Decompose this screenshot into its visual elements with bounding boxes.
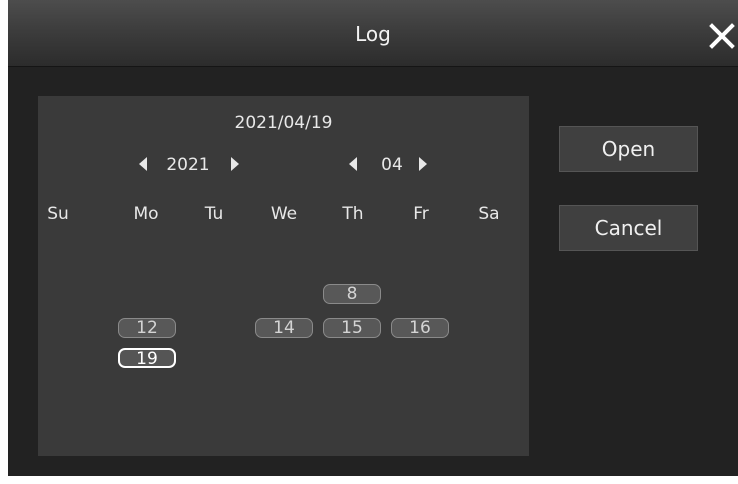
cancel-button[interactable]: Cancel xyxy=(559,205,698,251)
selected-date-label: 2021/04/19 xyxy=(234,113,333,133)
year-next-button[interactable] xyxy=(226,155,242,173)
day-cell[interactable]: 14 xyxy=(255,318,313,338)
calendar-panel: 2021/04/19 2021 04 Su Mo Tu We Th Fr Sa xyxy=(38,96,529,456)
weekday-friday: Fr xyxy=(413,204,429,224)
day-cell[interactable]: 12 xyxy=(118,318,176,338)
month-navigator: 04 xyxy=(346,152,446,176)
weekday-thursday: Th xyxy=(342,204,364,224)
weekday-monday: Mo xyxy=(133,204,159,224)
month-prev-button[interactable] xyxy=(346,155,362,173)
month-value: 04 xyxy=(381,155,403,175)
triangle-right-icon xyxy=(419,157,427,171)
day-cell[interactable]: 16 xyxy=(391,318,449,338)
day-cell-selected[interactable]: 19 xyxy=(118,348,176,368)
day-cell[interactable]: 15 xyxy=(323,318,381,338)
weekday-sunday: Su xyxy=(47,204,69,224)
weekday-wednesday: We xyxy=(270,204,298,224)
log-dialog: Log 2021/04/19 2021 04 Su Mo Tu We Th Fr… xyxy=(8,0,738,476)
triangle-right-icon xyxy=(231,157,239,171)
day-cell[interactable]: 8 xyxy=(323,284,381,304)
triangle-left-icon xyxy=(349,157,357,171)
year-value: 2021 xyxy=(166,155,210,175)
close-icon xyxy=(709,23,735,49)
year-navigator: 2021 xyxy=(136,152,248,176)
close-button[interactable] xyxy=(706,20,738,52)
window-title: Log xyxy=(355,22,391,46)
year-prev-button[interactable] xyxy=(136,155,152,173)
month-next-button[interactable] xyxy=(414,155,430,173)
title-bar[interactable]: Log xyxy=(8,0,738,67)
weekday-saturday: Sa xyxy=(478,204,500,224)
triangle-left-icon xyxy=(139,157,147,171)
weekday-tuesday: Tu xyxy=(204,204,224,224)
open-button[interactable]: Open xyxy=(559,126,698,172)
